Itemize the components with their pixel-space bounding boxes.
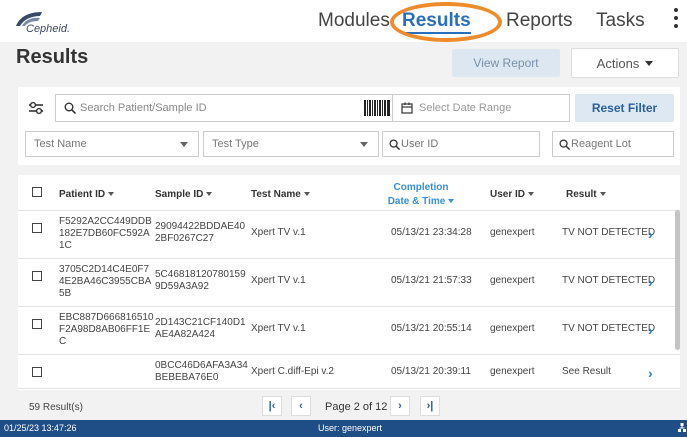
column-user-id[interactable]: User ID [490, 189, 535, 200]
patient-id-cell: F5292A2CC449DDB 182E7DB60FC592A 1C [59, 216, 152, 251]
column-completion[interactable]: Completion Date & Time [386, 182, 456, 207]
results-count: 59 Result(s) [29, 402, 83, 413]
filter-panel: Search Patient/Sample ID Select Date Ran… [18, 87, 680, 165]
view-report-button[interactable]: View Report [452, 49, 560, 77]
column-sample-id[interactable]: Sample ID [155, 189, 213, 200]
user-id-cell: genexpert [490, 227, 535, 238]
filter-settings-icon[interactable] [28, 101, 44, 115]
calendar-icon [401, 102, 413, 114]
nav-modules[interactable]: Modules [318, 10, 390, 32]
nav-tasks[interactable]: Tasks [596, 10, 645, 32]
date-range-input[interactable]: Select Date Range [392, 94, 570, 122]
date-range-placeholder: Select Date Range [419, 102, 512, 114]
sample-id-cell: 2D143C21CF140D1 AE4A82A424 [155, 317, 246, 340]
chevron-down-icon [645, 60, 654, 66]
result-cell: TV NOT DETECTED [562, 227, 656, 238]
network-icon [678, 423, 686, 432]
result-cell: See Result [562, 366, 611, 377]
sample-id-cell: 0BCC46D6AFA3A34 BEBEBA76E0 [155, 360, 248, 383]
top-nav: Cepheid. Modules Results Reports Tasks [0, 0, 687, 42]
nav-results[interactable]: Results [402, 10, 471, 34]
chevron-right-icon[interactable]: › [648, 322, 658, 338]
sample-id-cell: 5C46818120780159 9D59A3A92 [155, 269, 246, 292]
cepheid-logo: Cepheid. [14, 8, 94, 38]
next-page-button[interactable]: › [390, 396, 410, 416]
user-id-cell: genexpert [490, 275, 535, 286]
test-type-label: Test Type [212, 138, 259, 150]
results-table: Patient ID Sample ID Test Name Completio… [18, 175, 680, 390]
search-placeholder: Search Patient/Sample ID [80, 102, 207, 114]
table-row[interactable]: EBC887D666816510 F2A98D8AB06FF1E C 2D143C2… [18, 307, 680, 355]
reagent-lot-input[interactable]: Reagent Lot [552, 131, 674, 157]
completion-cell: 05/13/21 23:34:28 [391, 227, 472, 238]
user-id-cell: genexpert [490, 366, 535, 377]
barcode-icon[interactable] [364, 100, 390, 116]
row-checkbox[interactable] [32, 367, 42, 377]
chevron-down-icon [180, 142, 188, 147]
row-checkbox[interactable] [32, 271, 42, 281]
search-icon [559, 139, 570, 150]
patient-id-cell: EBC887D666816510 F2A98D8AB06FF1E C [59, 312, 154, 347]
actions-label: Actions [596, 55, 640, 71]
chevron-down-icon [360, 142, 368, 147]
search-icon [389, 139, 400, 150]
user-id-placeholder: User ID [401, 138, 439, 150]
chevron-right-icon[interactable]: › [648, 274, 658, 290]
first-page-button[interactable]: |‹ [262, 396, 282, 416]
reset-filter-button[interactable]: Reset Filter [575, 94, 674, 122]
chevron-right-icon[interactable]: › [648, 226, 658, 242]
completion-cell: 05/13/21 21:57:33 [391, 275, 472, 286]
select-all-checkbox[interactable] [32, 187, 42, 197]
completion-cell: 05/13/21 20:39:11 [391, 366, 471, 377]
status-bar: 01/25/23 13:47:26 User: genexpert [0, 420, 687, 437]
status-user: User: genexpert [318, 423, 383, 433]
table-row[interactable]: 0BCC46D6AFA3A34 BEBEBA76E0 Xpert C.diff-E… [18, 355, 680, 389]
test-name-cell: Xpert TV v.1 [251, 227, 306, 238]
test-name-cell: Xpert C.diff-Epi v.2 [251, 366, 334, 377]
column-result[interactable]: Result [566, 189, 606, 200]
result-cell: TV NOT DETECTED [562, 323, 656, 334]
completion-cell: 05/13/21 20:55:14 [391, 323, 472, 334]
actions-button[interactable]: Actions [571, 48, 679, 78]
table-row[interactable]: F5292A2CC449DDB 182E7DB60FC592A 1C 2909442… [18, 211, 680, 259]
table-row[interactable]: 3705C2D14C4E0F7 4E2BA46C3955CBA 5B 5C46818… [18, 259, 680, 307]
search-input[interactable]: Search Patient/Sample ID [55, 94, 397, 122]
test-name-cell: Xpert TV v.1 [251, 323, 306, 334]
user-id-input[interactable]: User ID [382, 131, 540, 157]
nav-reports[interactable]: Reports [506, 10, 573, 32]
reagent-lot-placeholder: Reagent Lot [571, 138, 631, 150]
sample-id-cell: 29094422BDDAE40 2BF0267C27 [155, 221, 246, 244]
result-cell: TV NOT DETECTED [562, 275, 656, 286]
test-name-select[interactable]: Test Name [25, 131, 199, 157]
status-timestamp: 01/25/23 13:47:26 [4, 423, 77, 433]
chevron-right-icon[interactable]: › [648, 365, 658, 381]
test-type-select[interactable]: Test Type [203, 131, 379, 157]
column-patient-id[interactable]: Patient ID [59, 189, 115, 200]
page-indicator: Page 2 of 12 [325, 401, 388, 413]
table-header: Patient ID Sample ID Test Name Completio… [18, 175, 680, 211]
user-id-cell: genexpert [490, 323, 535, 334]
test-name-label: Test Name [34, 138, 87, 150]
row-checkbox[interactable] [32, 223, 42, 233]
test-name-cell: Xpert TV v.1 [251, 275, 306, 286]
prev-page-button[interactable]: ‹ [291, 396, 311, 416]
last-page-button[interactable]: ›| [420, 396, 440, 416]
search-icon [64, 102, 76, 114]
column-test-name[interactable]: Test Name [251, 189, 310, 200]
row-checkbox[interactable] [32, 319, 42, 329]
patient-id-cell: 3705C2D14C4E0F7 4E2BA46C3955CBA 5B [59, 264, 152, 299]
brand-name: Cepheid. [26, 23, 71, 35]
page-title: Results [16, 46, 89, 68]
table-scrollbar[interactable] [675, 210, 680, 350]
more-options-icon[interactable] [671, 8, 681, 34]
